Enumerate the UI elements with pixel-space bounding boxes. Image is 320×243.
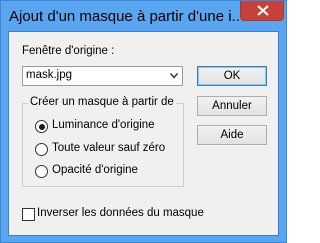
close-icon: [257, 5, 269, 16]
radio-button[interactable]: [35, 165, 48, 178]
radio-label: Toute valeur sauf zéro: [52, 142, 166, 154]
invert-mask-label[interactable]: Inverser les données du masque: [37, 207, 204, 219]
invert-mask-checkbox[interactable]: [22, 208, 35, 221]
cancel-button[interactable]: Annuler: [197, 96, 267, 116]
title-bar[interactable]: Ajout d'un masque à partir d'une i...: [1, 1, 286, 31]
group-legend: Créer un masque à partir de: [28, 96, 176, 108]
dialog-body: Fenêtre d'origine : mask.jpg OK Annuler …: [8, 31, 279, 236]
source-window-select[interactable]: mask.jpg: [22, 66, 183, 86]
ok-button[interactable]: OK: [197, 66, 267, 86]
chevron-down-icon: [170, 73, 178, 79]
source-window-value: mask.jpg: [26, 69, 73, 81]
radio-button[interactable]: [35, 120, 48, 133]
radio-label: Luminance d'origine: [52, 119, 155, 131]
dialog-window: Ajout d'un masque à partir d'une i... Fe…: [0, 0, 287, 243]
radio-button[interactable]: [35, 143, 48, 156]
close-button[interactable]: [240, 1, 284, 21]
source-window-label: Fenêtre d'origine :: [22, 45, 115, 57]
window-title: Ajout d'un masque à partir d'une i...: [9, 8, 241, 25]
radio-selected-dot: [38, 123, 45, 130]
radio-label: Opacité d'origine: [52, 164, 138, 176]
help-button[interactable]: Aide: [197, 125, 267, 145]
